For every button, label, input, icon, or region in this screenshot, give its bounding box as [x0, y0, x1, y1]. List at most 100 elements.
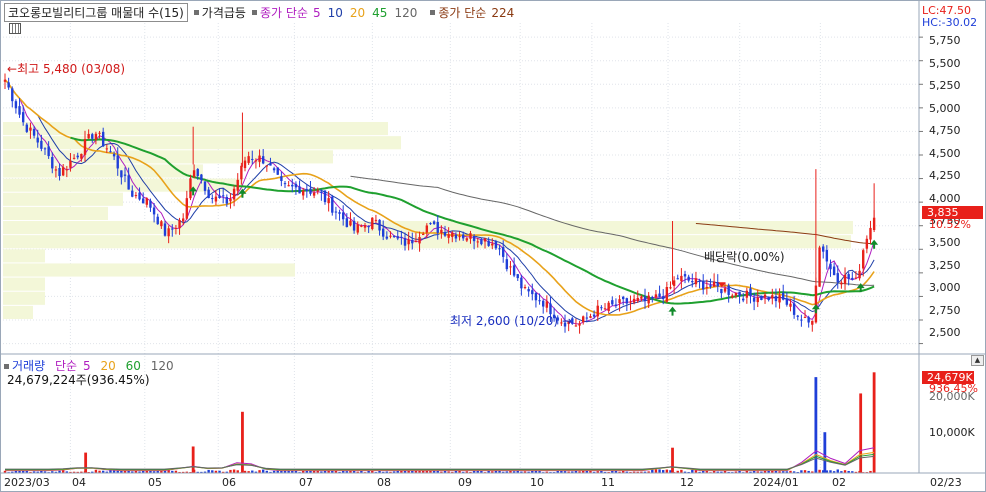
candle-body [316, 190, 319, 192]
candle-body [83, 139, 87, 155]
candle-body [629, 301, 632, 303]
candle-body [196, 168, 199, 176]
candle-body [818, 247, 821, 287]
volume-spike-bar [191, 446, 195, 473]
ma224-prefix-label[interactable]: 종가 단순 [438, 4, 486, 21]
candle-body [516, 274, 519, 279]
current-volume-percent: 936.45% [929, 382, 978, 395]
candle-body [301, 190, 305, 196]
candle-body [691, 281, 694, 283]
ma20-label[interactable]: 20 [350, 6, 365, 20]
candle-body [341, 212, 345, 220]
candle-body [625, 298, 629, 304]
candle-body [509, 266, 512, 268]
candle-body [520, 277, 523, 289]
volume-tick-10k: 10,000K [929, 426, 975, 439]
vol-ma120-label[interactable]: 120 [151, 359, 174, 373]
candle-body [247, 156, 250, 163]
collapse-price-panel-button[interactable]: ▲ [971, 355, 984, 366]
x-label: 02 [832, 476, 846, 489]
candle-body [680, 275, 683, 282]
volume-profile-bar [3, 263, 295, 277]
x-label: 02/23 [930, 476, 962, 489]
price-surge-label[interactable]: 가격급등 [202, 4, 246, 21]
candle-body [25, 124, 29, 132]
candle-body [622, 296, 625, 300]
candle-body [236, 179, 239, 191]
candle-body [298, 186, 301, 194]
candle-body [734, 292, 738, 296]
candle-body [843, 274, 847, 284]
candle-body [527, 289, 530, 292]
candle-body [400, 236, 403, 238]
ma45-label[interactable]: 45 [372, 6, 387, 20]
candle-body [3, 79, 7, 82]
candle-body [396, 236, 399, 239]
candle-body [487, 240, 490, 246]
candle-body [392, 235, 396, 237]
candle-body [851, 277, 854, 280]
candle-body [40, 140, 43, 149]
candle-body [636, 297, 639, 302]
candle-body [458, 236, 461, 238]
candle-body [643, 296, 647, 301]
candle-body [280, 176, 283, 181]
candle-body [138, 192, 141, 200]
candle-body [651, 297, 654, 299]
candle-body [87, 133, 90, 139]
candle-body [349, 220, 352, 226]
candle-body [29, 127, 32, 131]
candle-body [163, 223, 167, 236]
candle-body [254, 160, 258, 162]
candle-body [200, 174, 203, 181]
candle-body [611, 300, 614, 305]
candle-body [414, 241, 418, 243]
price-tick: 4,250 [929, 169, 961, 182]
price-tick: 4,750 [929, 124, 961, 137]
candle-body [840, 282, 843, 285]
candle-body [323, 190, 327, 203]
candle-body [21, 112, 25, 123]
volume-profile-bar [3, 291, 45, 305]
candle-body [836, 273, 839, 283]
candle-body [294, 183, 298, 188]
candle-body [58, 168, 61, 177]
volume-spike-bar [823, 432, 827, 473]
candle-body [403, 238, 407, 246]
ma-prefix-label[interactable]: 종가 단순 [260, 4, 308, 21]
chart-settings-icon[interactable] [9, 23, 21, 34]
x-label: 10 [530, 476, 544, 489]
ma120-label[interactable]: 120 [394, 6, 417, 20]
candle-body [378, 219, 381, 231]
candle-body [807, 317, 810, 323]
candle-body [171, 228, 174, 230]
candle-body [72, 157, 76, 159]
ma10-label[interactable]: 10 [328, 6, 343, 20]
candle-body [385, 236, 389, 239]
ma5-label[interactable]: 5 [313, 6, 321, 20]
candle-body [742, 298, 745, 301]
chart-canvas[interactable] [1, 1, 986, 492]
candle-body [789, 303, 792, 307]
candle-body [774, 296, 778, 302]
price-tick: 2,750 [929, 304, 961, 317]
candle-body [131, 190, 134, 197]
candle-body [363, 225, 367, 228]
candle-body [523, 287, 527, 289]
candle-body [760, 295, 763, 301]
candle-body [112, 154, 116, 157]
ma224-label[interactable]: 224 [491, 6, 514, 20]
candle-body [356, 224, 359, 233]
candle-body [614, 304, 618, 306]
candle-body [7, 82, 10, 88]
candle-body [167, 228, 170, 237]
candle-body [331, 196, 334, 213]
candle-body [640, 296, 643, 299]
stock-name-label[interactable]: 코오롱모빌리티그룹 매물대 수(15) [4, 3, 188, 22]
candle-body [531, 290, 534, 295]
candle-body [14, 101, 18, 109]
x-label: 08 [377, 476, 391, 489]
candle-body [218, 195, 221, 198]
buy-signal-arrow-icon [870, 239, 879, 249]
candle-body [338, 212, 341, 214]
